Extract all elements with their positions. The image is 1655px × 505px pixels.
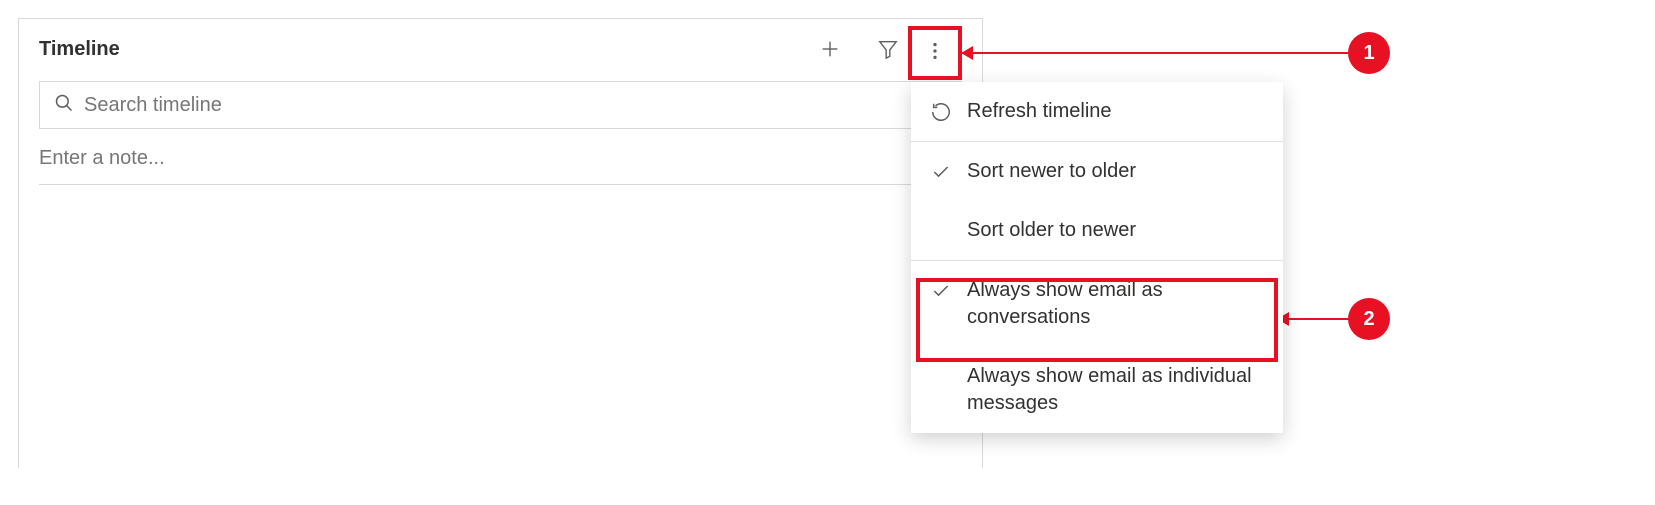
note-input[interactable] (39, 147, 962, 170)
search-input[interactable] (84, 94, 947, 117)
add-button[interactable] (814, 33, 846, 65)
timeline-panel: Timeline (18, 18, 983, 468)
more-commands-button[interactable] (924, 40, 946, 67)
empty-icon (929, 365, 953, 389)
menu-item-sort-older[interactable]: Sort older to newer (911, 201, 1283, 260)
refresh-icon (929, 100, 953, 124)
more-commands-dropdown: Refresh timeline Sort newer to older Sor… (911, 82, 1283, 433)
checkmark-icon (929, 160, 953, 184)
annotation-callout-1: 1 (1348, 32, 1390, 74)
dropdown-section-sort: Sort newer to older Sort older to newer (911, 142, 1283, 261)
filter-icon (877, 38, 899, 60)
empty-icon (929, 219, 953, 243)
annotation-arrow-2 (1278, 318, 1352, 320)
menu-item-refresh[interactable]: Refresh timeline (911, 82, 1283, 141)
menu-item-label: Sort older to newer (967, 217, 1136, 244)
search-icon (54, 93, 74, 118)
panel-title: Timeline (39, 38, 120, 61)
annotation-arrow-1 (962, 52, 1352, 54)
menu-item-label: Sort newer to older (967, 158, 1136, 185)
dropdown-section-refresh: Refresh timeline (911, 82, 1283, 142)
annotation-callout-2: 2 (1348, 298, 1390, 340)
checkmark-icon (929, 279, 953, 303)
plus-icon (819, 38, 841, 60)
menu-item-label: Always show email as conversations (967, 277, 1265, 331)
dropdown-section-email: Always show email as conversations Alway… (911, 261, 1283, 433)
menu-item-email-conversations[interactable]: Always show email as conversations (911, 261, 1283, 347)
menu-item-label: Refresh timeline (967, 98, 1112, 125)
menu-item-email-individual[interactable]: Always show email as individual messages (911, 347, 1283, 433)
more-commands-highlight (908, 26, 962, 80)
filter-button[interactable] (872, 33, 904, 65)
more-vertical-icon (924, 40, 946, 62)
search-box[interactable] (39, 81, 962, 129)
menu-item-sort-newer[interactable]: Sort newer to older (911, 142, 1283, 201)
panel-header: Timeline (19, 19, 982, 73)
menu-item-label: Always show email as individual messages (967, 363, 1265, 417)
note-box[interactable] (39, 147, 962, 185)
